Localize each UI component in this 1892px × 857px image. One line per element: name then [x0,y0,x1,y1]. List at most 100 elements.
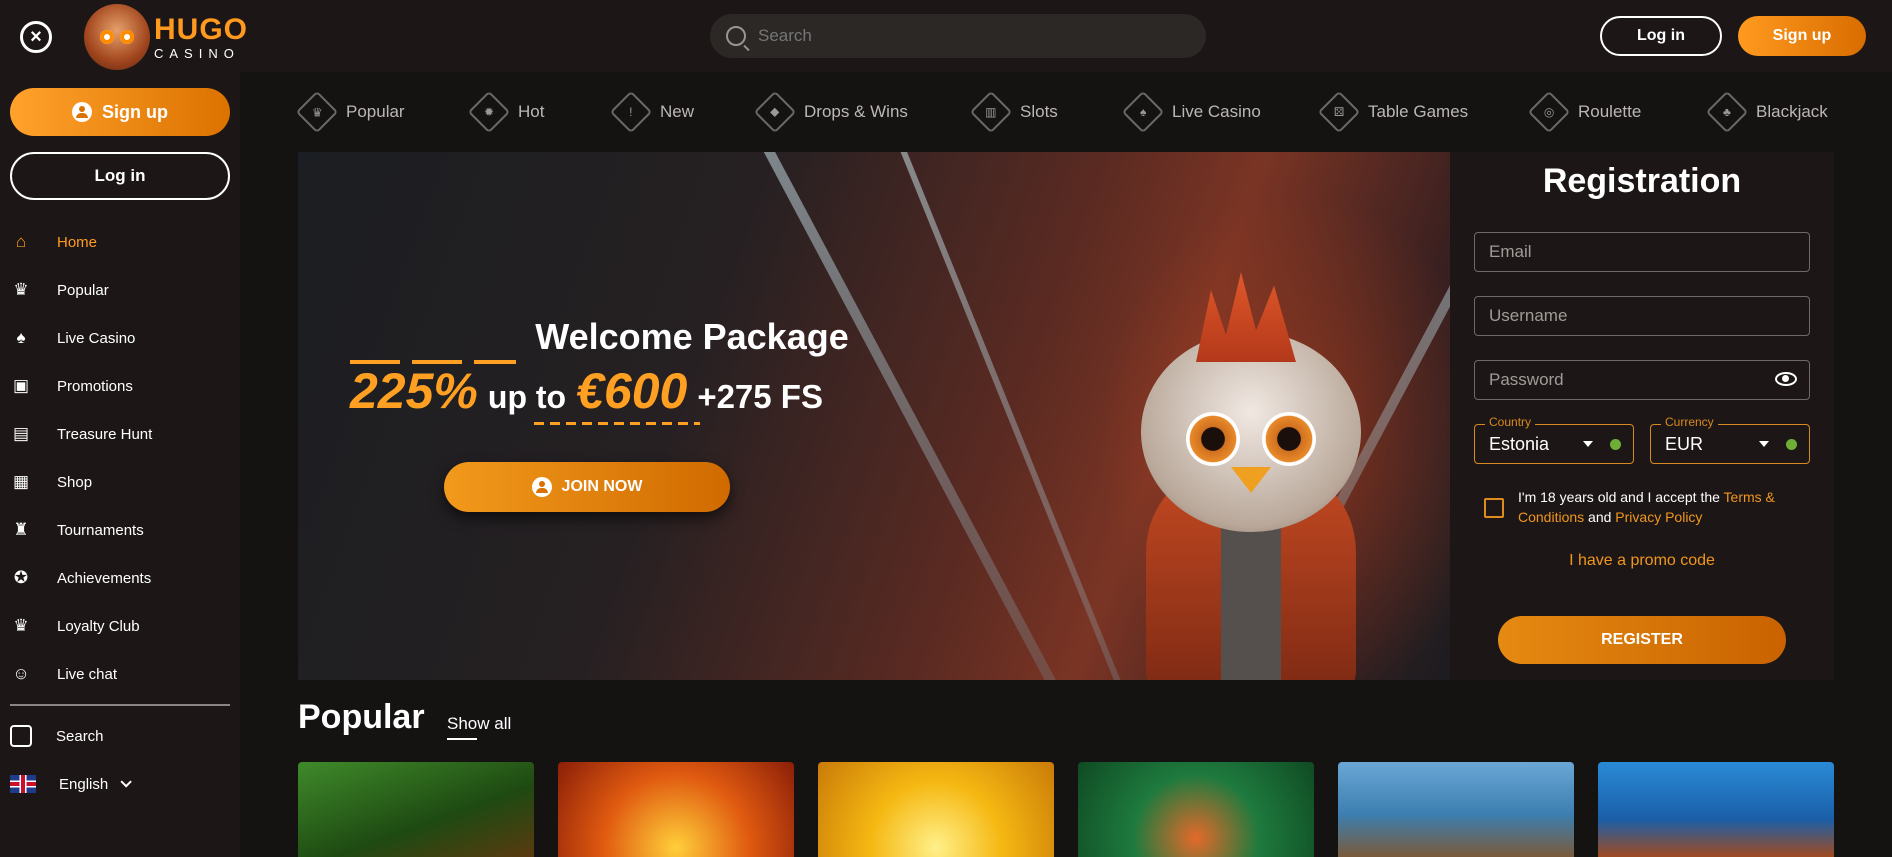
sidebar-item-label: Live Casino [57,329,136,347]
category-slots[interactable]: ▥ Slots [969,90,1058,134]
logo-mascot [84,4,150,70]
sidebar-login-button[interactable]: Log in [10,152,230,200]
crown-icon: ♛ [13,616,29,635]
country-select[interactable]: Country Estonia [1474,415,1634,464]
sidebar-item-tournaments[interactable]: ♜ Tournaments [0,506,240,554]
category-table-games[interactable]: ⚄ Table Games [1317,90,1468,134]
drops-icon: ◆ [753,90,797,134]
terms-text: I'm 18 years old and I accept the Terms … [1518,487,1818,527]
sidebar-search[interactable]: Search [10,716,104,756]
sidebar-item-treasure-hunt[interactable]: ▤ Treasure Hunt [0,410,240,458]
category-bar: ♛ Popular ✹ Hot ! New ◆ Drops & Wins ▥ S… [295,90,1834,134]
search-input[interactable] [758,26,1158,46]
header-signup-button[interactable]: Sign up [1738,16,1866,56]
roulette-icon: ◎ [1527,90,1571,134]
sidebar-item-label: Promotions [57,377,133,395]
hero-offer: 225% up to €600 +275 FS [350,362,823,420]
email-field[interactable]: Email [1474,232,1810,272]
hero-title: Welcome Package [535,316,849,357]
header-login-button[interactable]: Log in [1600,16,1722,56]
header-search[interactable] [710,14,1206,58]
close-menu-icon[interactable]: × [20,21,52,53]
category-live-casino[interactable]: ♠ Live Casino [1121,90,1261,134]
valid-indicator-icon [1610,439,1621,450]
promo-code-link[interactable]: I have a promo code [1450,552,1834,570]
gift-icon: ▣ [12,376,30,395]
light-beam [887,152,1155,680]
language-selector[interactable]: English [10,764,132,804]
hero-up-to: up to [487,379,567,415]
show-all-underline [447,738,477,740]
show-password-icon[interactable] [1775,372,1797,386]
home-icon: ⌂ [15,232,27,251]
sidebar-item-home[interactable]: ⌂ Home [0,218,240,266]
join-now-button[interactable]: JOIN NOW [444,462,730,512]
category-blackjack[interactable]: ♣ Blackjack [1705,90,1828,134]
caret-down-icon [1583,441,1593,447]
terms-and: and [1588,509,1612,525]
category-new[interactable]: ! New [609,90,694,134]
hero-percent: 225% [350,363,478,419]
category-label: Popular [346,102,405,121]
sidebar-item-achievements[interactable]: ✪ Achievements [0,554,240,602]
game-tile[interactable] [298,762,534,857]
sidebar-item-label: Achievements [57,569,152,587]
sidebar-item-live-chat[interactable]: ☺ Live chat [0,650,240,698]
slot-machine-icon: ▥ [969,90,1013,134]
sidebar-item-live-casino[interactable]: ♠ Live Casino [0,314,240,362]
sidebar-signup-button[interactable]: Sign up [10,88,230,136]
game-tile[interactable] [1338,762,1574,857]
password-placeholder: Password [1489,370,1564,389]
chevron-down-icon [120,776,132,788]
logo[interactable]: HUGO CASINO [84,4,248,70]
password-field[interactable]: Password [1474,360,1810,400]
hero-amount: €600 [576,363,688,419]
shop-icon: ▦ [12,472,30,491]
hero-decoration [534,422,700,425]
chest-icon: ▤ [12,424,30,443]
game-tile[interactable] [1598,762,1834,857]
sidebar-item-label: Loyalty Club [57,617,140,635]
exclamation-icon: ! [609,90,653,134]
crown-icon: ♛ [13,280,29,299]
sidebar-item-promotions[interactable]: ▣ Promotions [0,362,240,410]
category-label: Live Casino [1172,102,1261,121]
cards-icon: ♠ [1121,90,1165,134]
show-all-link[interactable]: Show all [447,714,511,734]
sidebar-item-label: Tournaments [57,521,144,539]
category-roulette[interactable]: ◎ Roulette [1527,90,1642,134]
username-field[interactable]: Username [1474,296,1810,336]
sidebar-item-label: Home [57,233,98,251]
sidebar-item-loyalty-club[interactable]: ♛ Loyalty Club [0,602,240,650]
register-button[interactable]: REGISTER [1498,616,1786,664]
crown-icon: ♛ [295,90,339,134]
terms-checkbox[interactable] [1484,498,1504,518]
logo-main-text: HUGO [154,12,248,46]
chat-icon: ☺ [12,664,30,683]
category-drops-wins[interactable]: ◆ Drops & Wins [753,90,908,134]
category-label: Roulette [1578,102,1642,121]
popular-section-title: Popular [298,698,425,736]
category-hot[interactable]: ✹ Hot [467,90,545,134]
sidebar-item-shop[interactable]: ▦ Shop [0,458,240,506]
mascot-image [1126,272,1376,680]
country-label: Country [1485,415,1536,429]
sidebar-item-popular[interactable]: ♛ Popular [0,266,240,314]
sidebar-divider [10,704,230,706]
sidebar-search-label: Search [56,727,104,745]
uk-flag-icon [10,775,36,793]
category-popular[interactable]: ♛ Popular [295,90,405,134]
language-label: English [59,775,109,793]
registration-title: Registration [1542,162,1742,200]
sidebar-signup-label: Sign up [102,101,168,122]
cards-icon: ♠ [16,328,26,347]
privacy-link[interactable]: Privacy Policy [1615,509,1702,525]
category-label: Hot [518,102,545,121]
flame-icon: ✹ [467,90,511,134]
game-tile[interactable] [558,762,794,857]
trophy-icon: ♜ [13,520,29,539]
game-tile[interactable] [818,762,1054,857]
search-icon [726,26,746,46]
currency-select[interactable]: Currency EUR [1650,415,1810,464]
game-tile[interactable] [1078,762,1314,857]
